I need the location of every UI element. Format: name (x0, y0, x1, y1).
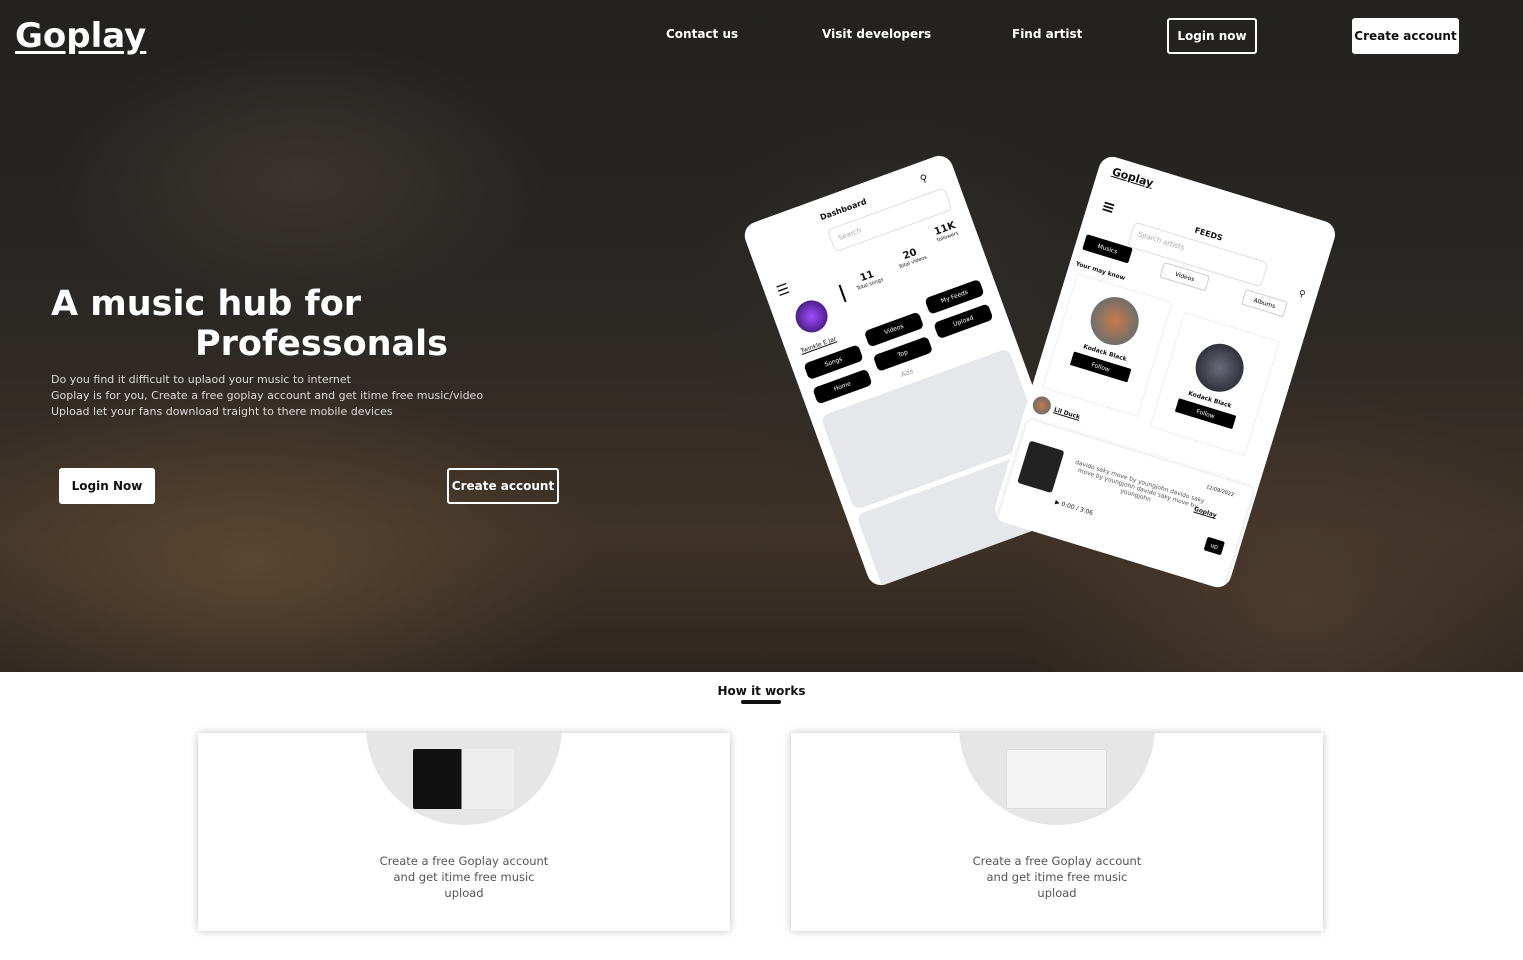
menu-icon: ≡ (1099, 195, 1118, 218)
desc-line: Upload let your fans download traight to… (51, 405, 393, 418)
login-now-button[interactable]: Login now (1167, 18, 1257, 54)
post-date: 12/09/2022 (1205, 484, 1235, 499)
poster-name: Lil Duck (1053, 406, 1081, 421)
create-account-nav-button[interactable]: Create account (1352, 18, 1459, 54)
card-text: Create a free Goplay account and get iti… (379, 854, 549, 900)
hero-section: Goplay Contact us Visit developers Find … (0, 0, 1523, 672)
up-button: up (1203, 536, 1225, 556)
hero-login-button[interactable]: Login Now (59, 468, 155, 504)
nav-visit-developers[interactable]: Visit developers (822, 27, 931, 41)
nav-contact-us[interactable]: Contact us (666, 27, 738, 41)
hero-create-account-button[interactable]: Create account (447, 468, 559, 504)
desc-line: Do you find it difficult to uplaod your … (51, 373, 351, 386)
nav-find-artist[interactable]: Find artist (1012, 27, 1082, 41)
how-it-works-title: How it works (717, 684, 806, 698)
ads-label: Ads (899, 367, 915, 380)
hero-title-line2: Professonals (195, 324, 448, 364)
screenshot-thumbnail (413, 749, 514, 809)
logo[interactable]: Goplay (15, 16, 146, 56)
search-icon: ⚲ (918, 172, 930, 186)
mock-logo: Goplay (1110, 165, 1155, 190)
how-card: Create a free Goplay account and get iti… (791, 733, 1323, 931)
feed-mockup: Goplay ≡ FEEDS Search artists Musics Vid… (991, 153, 1339, 591)
mock-tab: Musics (1082, 234, 1133, 264)
title-underline (741, 700, 781, 704)
screenshot-thumbnail (1006, 749, 1107, 809)
avatar (791, 295, 833, 337)
mock-search: Search (826, 187, 953, 253)
artist-avatar (1084, 291, 1145, 352)
how-card: Create a free Goplay account and get iti… (198, 733, 730, 931)
audio-time: ▶ 0:00 / 3:06 (1054, 498, 1094, 517)
card-text: Create a free Goplay account and get iti… (972, 854, 1142, 900)
mock-tab: Albums (1241, 288, 1288, 318)
desc-line: Goplay is for you, Create a free goplay … (51, 389, 484, 402)
sliders-icon: ☰ (774, 280, 792, 301)
artist-avatar (1189, 337, 1250, 398)
hero-title-line1: A music hub for (51, 284, 362, 324)
hero-description: Do you find it difficult to uplaod your … (51, 372, 483, 420)
mock-username: Twinkle E Jar (799, 335, 838, 355)
search-icon: ⚲ (1297, 288, 1307, 301)
